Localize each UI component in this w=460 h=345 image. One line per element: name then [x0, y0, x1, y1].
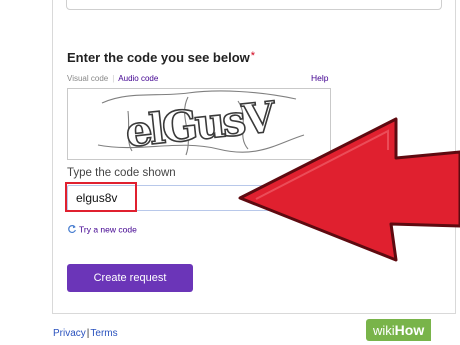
captcha-code-value: elgus8v [76, 191, 118, 205]
wikihow-watermark: wikiHow [366, 319, 432, 341]
terms-link[interactable]: Terms [90, 328, 117, 339]
captcha-heading-text: Enter the code you see below [67, 50, 250, 65]
captcha-help-link[interactable]: Help [311, 73, 328, 83]
refresh-icon [67, 224, 77, 236]
captcha-tabs: Visual code | Audio code [67, 74, 158, 83]
tab-divider: | [112, 74, 115, 83]
captcha-code-input[interactable]: elgus8v [67, 185, 331, 211]
captcha-image: elGusV [67, 88, 331, 160]
try-new-code-link[interactable]: Try a new code [67, 224, 137, 236]
type-code-label: Type the code shown [67, 167, 176, 179]
create-request-button[interactable]: Create request [67, 264, 193, 292]
try-new-code-label: Try a new code [79, 224, 137, 235]
support-form-page: Enter the code you see below* Visual cod… [0, 0, 460, 345]
captcha-text: elGusV [123, 92, 279, 157]
required-asterisk: * [250, 50, 256, 62]
tab-visual-code[interactable]: Visual code [67, 74, 108, 83]
previous-text-field[interactable] [66, 0, 442, 10]
footer-separator: | [86, 328, 90, 339]
watermark-wiki-text: wiki [373, 323, 395, 338]
privacy-link[interactable]: Privacy [53, 328, 86, 339]
watermark-how-text: How [394, 322, 425, 338]
captcha-distorted-text: elGusV [97, 90, 305, 157]
captcha-heading: Enter the code you see below* [67, 50, 255, 65]
tab-audio-code[interactable]: Audio code [118, 74, 158, 83]
footer-links: Privacy|Terms [53, 328, 118, 339]
